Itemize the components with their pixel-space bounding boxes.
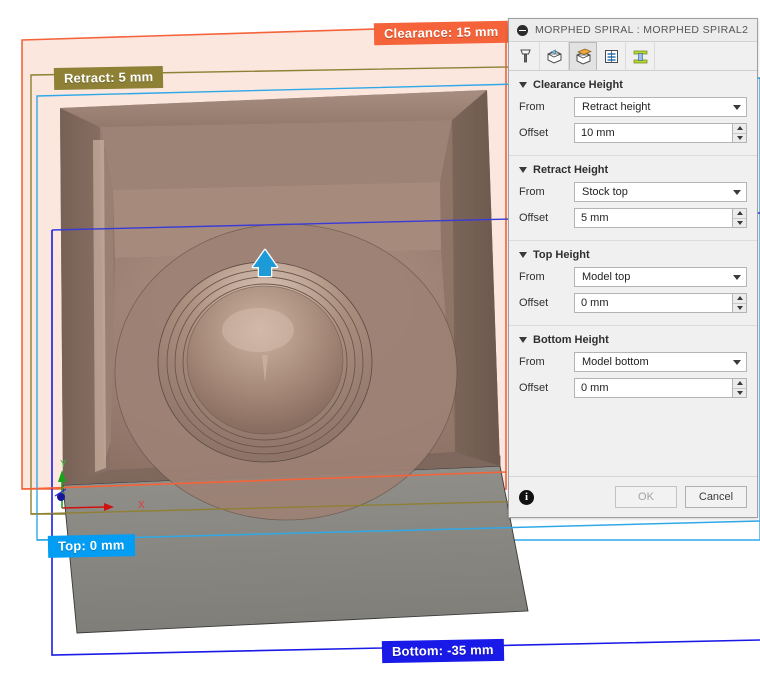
stepper-down-retract[interactable] — [733, 219, 746, 228]
stepper-up-retract[interactable] — [733, 209, 746, 219]
info-icon[interactable]: i — [519, 489, 534, 505]
badge-bottom[interactable]: Bottom: -35 mm — [381, 638, 504, 664]
stepper-down-bottom[interactable] — [733, 389, 746, 398]
input-clearance-offset[interactable]: 10 mm — [574, 123, 732, 143]
row-bottom-offset: Offset 0 mm — [509, 378, 757, 404]
svg-text:Y: Y — [60, 459, 67, 470]
caret-up-icon — [736, 381, 743, 386]
group-header-bottom[interactable]: Bottom Height — [509, 330, 757, 352]
row-clearance-from: From Retract height — [509, 97, 757, 123]
select-bottom-from[interactable]: Model bottom — [574, 352, 747, 372]
stepper-clearance-offset[interactable] — [732, 123, 747, 143]
tab-tool[interactable] — [511, 42, 540, 70]
badge-retract[interactable]: Retract: 5 mm — [53, 65, 164, 91]
dialog-body: Clearance Height From Retract height Off… — [509, 71, 757, 476]
tool-icon — [519, 49, 531, 62]
value-bottom-from: Model bottom — [582, 356, 649, 368]
caret-up-icon — [736, 296, 743, 301]
group-header-retract[interactable]: Retract Height — [509, 160, 757, 182]
heights-dialog: MORPHED SPIRAL : MORPHED SPIRAL2 Clearan… — [508, 18, 758, 518]
stepper-retract-offset[interactable] — [732, 208, 747, 228]
value-top-from: Model top — [582, 271, 631, 283]
label-retract-from: From — [519, 186, 545, 198]
stepper-down-clearance[interactable] — [733, 134, 746, 143]
caret-down-icon — [736, 135, 743, 140]
tab-passes[interactable] — [597, 42, 626, 70]
caret-up-icon — [736, 126, 743, 131]
field-clearance-offset[interactable]: 10 mm — [574, 123, 747, 143]
select-clearance-from[interactable]: Retract height — [574, 97, 747, 117]
badge-top[interactable]: Top: 0 mm — [47, 534, 135, 558]
chevron-down-icon — [519, 167, 527, 173]
collapse-minus-icon[interactable] — [517, 24, 528, 36]
label-clearance-offset: Offset — [519, 127, 549, 139]
group-title-bottom: Bottom Height — [533, 334, 609, 346]
linking-icon — [633, 50, 647, 63]
tab-heights[interactable] — [569, 42, 597, 70]
dialog-tabs — [509, 42, 757, 71]
field-retract-offset[interactable]: 5 mm — [574, 208, 747, 228]
stepper-up-top[interactable] — [733, 294, 746, 304]
caret-down-icon — [736, 220, 743, 225]
stepper-up-clearance[interactable] — [733, 124, 746, 134]
passes-icon — [604, 49, 618, 63]
row-top-offset: Offset 0 mm — [509, 293, 757, 319]
group-top-height: Top Height From Model top Offset 0 mm — [509, 241, 757, 326]
stepper-down-top[interactable] — [733, 304, 746, 313]
group-title-top: Top Height — [533, 249, 590, 261]
label-bottom-offset: Offset — [519, 382, 549, 394]
select-top-from[interactable]: Model top — [574, 267, 747, 287]
caret-down-icon — [736, 390, 743, 395]
field-bottom-offset[interactable]: 0 mm — [574, 378, 747, 398]
svg-text:X: X — [138, 500, 145, 511]
cancel-button[interactable]: Cancel — [685, 486, 747, 508]
label-top-offset: Offset — [519, 297, 549, 309]
ok-button[interactable]: OK — [615, 486, 677, 508]
input-bottom-offset[interactable]: 0 mm — [574, 378, 732, 398]
label-top-from: From — [519, 271, 545, 283]
row-retract-from: From Stock top — [509, 182, 757, 208]
stepper-top-offset[interactable] — [732, 293, 747, 313]
input-top-offset[interactable]: 0 mm — [574, 293, 732, 313]
chevron-down-icon — [519, 82, 527, 88]
select-retract-from[interactable]: Stock top — [574, 182, 747, 202]
row-retract-offset: Offset 5 mm — [509, 208, 757, 234]
tab-linking[interactable] — [626, 42, 655, 70]
chevron-down-icon — [519, 252, 527, 258]
group-clearance-height: Clearance Height From Retract height Off… — [509, 71, 757, 156]
label-clearance-from: From — [519, 101, 545, 113]
label-retract-offset: Offset — [519, 212, 549, 224]
row-top-from: From Model top — [509, 267, 757, 293]
badge-clearance[interactable]: Clearance: 15 mm — [373, 20, 509, 46]
value-clearance-from: Retract height — [582, 101, 651, 113]
group-retract-height: Retract Height From Stock top Offset 5 m… — [509, 156, 757, 241]
geometry-icon — [547, 49, 561, 64]
input-retract-offset[interactable]: 5 mm — [574, 208, 732, 228]
stepper-bottom-offset[interactable] — [732, 378, 747, 398]
group-header-clearance[interactable]: Clearance Height — [509, 75, 757, 97]
chevron-down-icon — [733, 359, 741, 365]
caret-down-icon — [736, 305, 743, 310]
row-bottom-from: From Model bottom — [509, 352, 757, 378]
group-bottom-height: Bottom Height From Model bottom Offset 0… — [509, 326, 757, 410]
dialog-title: MORPHED SPIRAL : MORPHED SPIRAL2 — [535, 24, 749, 36]
chevron-down-icon — [519, 337, 527, 343]
group-title-clearance: Clearance Height — [533, 79, 623, 91]
heights-icon — [576, 48, 592, 65]
label-bottom-from: From — [519, 356, 545, 368]
group-title-retract: Retract Height — [533, 164, 609, 176]
dialog-titlebar[interactable]: MORPHED SPIRAL : MORPHED SPIRAL2 — [509, 19, 757, 42]
caret-up-icon — [736, 211, 743, 216]
group-header-top[interactable]: Top Height — [509, 245, 757, 267]
chevron-down-icon — [733, 104, 741, 110]
row-clearance-offset: Offset 10 mm — [509, 123, 757, 149]
tab-geometry[interactable] — [540, 42, 569, 70]
chevron-down-icon — [733, 189, 741, 195]
dialog-footer: i OK Cancel — [509, 476, 757, 517]
field-top-offset[interactable]: 0 mm — [574, 293, 747, 313]
stepper-up-bottom[interactable] — [733, 379, 746, 389]
chevron-down-icon — [733, 274, 741, 280]
value-retract-from: Stock top — [582, 186, 628, 198]
